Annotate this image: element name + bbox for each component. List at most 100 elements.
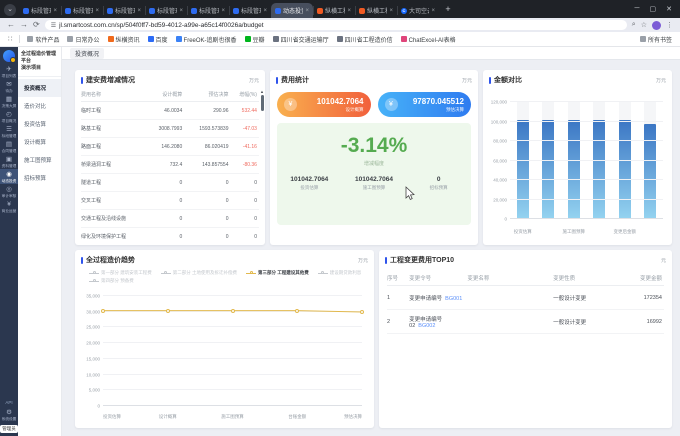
title-accent-bar [489, 77, 491, 84]
stat-working-drawing-budget: 101042.7064 施工图预算 [342, 176, 407, 191]
browser-tab[interactable]: C大司空云× [397, 3, 439, 18]
close-tab-icon[interactable]: × [347, 8, 351, 14]
change-code-link[interactable]: BG002 [418, 323, 435, 329]
tab-favicon-icon [317, 8, 323, 14]
sidebar-item-project-overview[interactable]: ◴项目概况 [0, 109, 18, 124]
close-tab-icon[interactable]: × [305, 8, 309, 14]
sidebar-item-dashboard[interactable]: ▦决策大屏 [0, 94, 18, 109]
all-bookmarks-button[interactable]: 所有书签 [640, 35, 672, 44]
menu-item-overview[interactable]: 投资概况 [18, 79, 61, 97]
new-tab-button[interactable]: + [442, 4, 454, 16]
sidebar-item-document-manage[interactable]: ▣资料管理 [0, 154, 18, 169]
y-axis-tick: 120,000 [491, 100, 507, 105]
legend-item[interactable]: 第二部分 土地使用及拆迁补偿费 [161, 270, 237, 276]
scrollbar-thumb[interactable] [261, 95, 264, 111]
menu-item-estimate[interactable]: 投资估算 [18, 115, 61, 133]
browser-tab[interactable]: 动态投资× [271, 3, 313, 18]
close-window-button[interactable]: ✕ [666, 5, 672, 13]
browser-tab[interactable]: 标段管理× [19, 3, 61, 18]
browser-tab[interactable]: 纵横工程× [313, 3, 355, 18]
tab-favicon-icon [233, 8, 239, 14]
site-icon [108, 36, 114, 42]
table-row: 交叉工程000 [81, 192, 259, 210]
project-name[interactable]: 全过程造价管理平台 演示项目 [18, 47, 61, 77]
menu-kebab-icon[interactable]: ⋮ [666, 21, 673, 29]
x-axis-tick: 设计概算 [159, 414, 177, 420]
bookmark-star-icon[interactable]: ☆ [641, 21, 647, 29]
menu-item-compare[interactable]: 造价对比 [18, 97, 61, 115]
sidebar-item-audit[interactable]: ◎审计审核 [0, 184, 18, 199]
scroll-up-icon[interactable]: ▲ [260, 90, 264, 94]
legend-item[interactable]: 第三部分 工程建设其他费 [246, 270, 309, 276]
site-info-icon[interactable]: ☰ [51, 22, 56, 29]
admin-badge[interactable]: 管理员 [0, 425, 18, 433]
table-row: 交通工程及沿线设施000 [81, 210, 259, 228]
divider [19, 35, 20, 43]
forward-icon[interactable]: → [20, 20, 28, 30]
reload-icon[interactable]: ⟳ [33, 20, 40, 30]
unit-label: 万元 [462, 77, 472, 84]
legend-item[interactable]: 第一部分 建筑安装工程费 [89, 270, 152, 276]
change-code-link[interactable]: BG001 [445, 296, 462, 302]
browser-tab[interactable]: 标段管理× [103, 3, 145, 18]
unit-label: 万元 [656, 77, 666, 84]
page-tab-overview[interactable]: 投资概况 [70, 48, 104, 59]
bookmark-item[interactable]: 日常办公 [67, 35, 99, 44]
bookmark-item[interactable]: ChatExcel-AI表格 [401, 35, 456, 44]
close-tab-icon[interactable]: × [431, 8, 435, 14]
close-tab-icon[interactable]: × [221, 8, 225, 14]
bookmark-item[interactable]: 纵横资讯 [108, 35, 140, 44]
sidebar-item-business[interactable]: ¥商业运营 [0, 199, 18, 214]
zoom-icon[interactable]: ⌕ [632, 21, 636, 29]
sidebar-item-dynamic-investment[interactable]: ◉动态投资 [0, 169, 18, 184]
sidebar-item-settings[interactable]: ⚙ 系统设置 [0, 407, 18, 422]
tab-search-chevron-icon[interactable]: ⌄ [4, 4, 16, 16]
close-tab-icon[interactable]: × [179, 8, 183, 14]
menu-item-working-budget[interactable]: 施工图预算 [18, 151, 61, 169]
close-tab-icon[interactable]: × [263, 8, 267, 14]
close-tab-icon[interactable]: × [95, 8, 99, 14]
sidebar-item-contract-manage[interactable]: ▤合同管理 [0, 139, 18, 154]
table-scrollbar[interactable]: ▲ [260, 90, 264, 111]
tab-list: 标段管理×标段管理×标段管理×标段管理×标段管理×标段管理×动态投资×纵横工程×… [19, 3, 439, 18]
sidebar-item-section-manage[interactable]: ☰标段管理 [0, 124, 18, 139]
y-axis-tick: 0 [97, 404, 100, 409]
panel-cost-trend: 全过程造价趋势 万元 第一部分 建筑安装工程费第二部分 土地使用及拆迁补偿费第三… [75, 250, 374, 428]
y-axis-tick: 5,000 [89, 388, 100, 393]
sidebar-item-todo[interactable]: ✉待办 [0, 79, 18, 94]
bookmark-item[interactable]: 软件产品 [27, 35, 59, 44]
sidebar-item-project-list[interactable]: ✈项目列表 [0, 64, 18, 79]
bookmark-item[interactable]: 四川省工程造价信 [337, 35, 393, 44]
bookmark-item[interactable]: 豆瓣 [245, 35, 265, 44]
minimize-button[interactable]: ─ [635, 5, 640, 13]
browser-tab[interactable]: 标段管理× [61, 3, 103, 18]
bookmark-item[interactable]: 四川省交通运输厅 [273, 35, 329, 44]
menu-item-design-budget[interactable]: 设计概算 [18, 133, 61, 151]
browser-tab[interactable]: 纵横工程× [355, 3, 397, 18]
change-top10-table: 序号变更令号变更名称变更性质变更金额1变更申请编号BG001一般设计变更1723… [387, 270, 664, 334]
browser-tab[interactable]: 标段管理× [229, 3, 271, 18]
unit-label: 元 [661, 257, 666, 264]
app-logo[interactable] [3, 50, 15, 62]
back-icon[interactable]: ← [7, 20, 15, 30]
url-text: jl.smartcost.com.cn/sp/504f0ff7-bd59-401… [59, 22, 263, 29]
api-label[interactable]: API [5, 400, 12, 405]
browser-tab[interactable]: 标段管理× [145, 3, 187, 18]
bookmark-item[interactable]: 百度 [148, 35, 168, 44]
browser-tab[interactable]: 标段管理× [187, 3, 229, 18]
panel-construction-cost-change: 建安费增减情况 万元 费用名称设计概算预估决算增幅(%)临时工程46.00342… [75, 70, 265, 245]
menu-item-tender-budget[interactable]: 招标预算 [18, 169, 61, 187]
bookmark-item[interactable]: FreeOK-追剧也很香 [176, 35, 237, 44]
apps-grid-icon[interactable]: ∷ [8, 35, 12, 43]
address-bar[interactable]: ☰ jl.smartcost.com.cn/sp/504f0ff7-bd59-4… [45, 20, 627, 30]
close-tab-icon[interactable]: × [389, 8, 393, 14]
maximize-button[interactable]: ▢ [650, 5, 657, 13]
panel-change-cost-top10: 工程变更费用TOP10 元 序号变更令号变更名称变更性质变更金额1变更申请编号B… [379, 250, 672, 428]
legend-item[interactable]: 建设期贷款利息 [318, 270, 362, 276]
tab-favicon-icon [149, 8, 155, 14]
legend-item[interactable]: 第四部分 预备费 [89, 278, 134, 284]
close-tab-icon[interactable]: × [53, 8, 57, 14]
profile-avatar[interactable] [652, 21, 661, 30]
cost-change-table: 费用名称设计概算预估决算增幅(%)临时工程46.0034290.96532.44… [81, 88, 259, 245]
close-tab-icon[interactable]: × [137, 8, 141, 14]
